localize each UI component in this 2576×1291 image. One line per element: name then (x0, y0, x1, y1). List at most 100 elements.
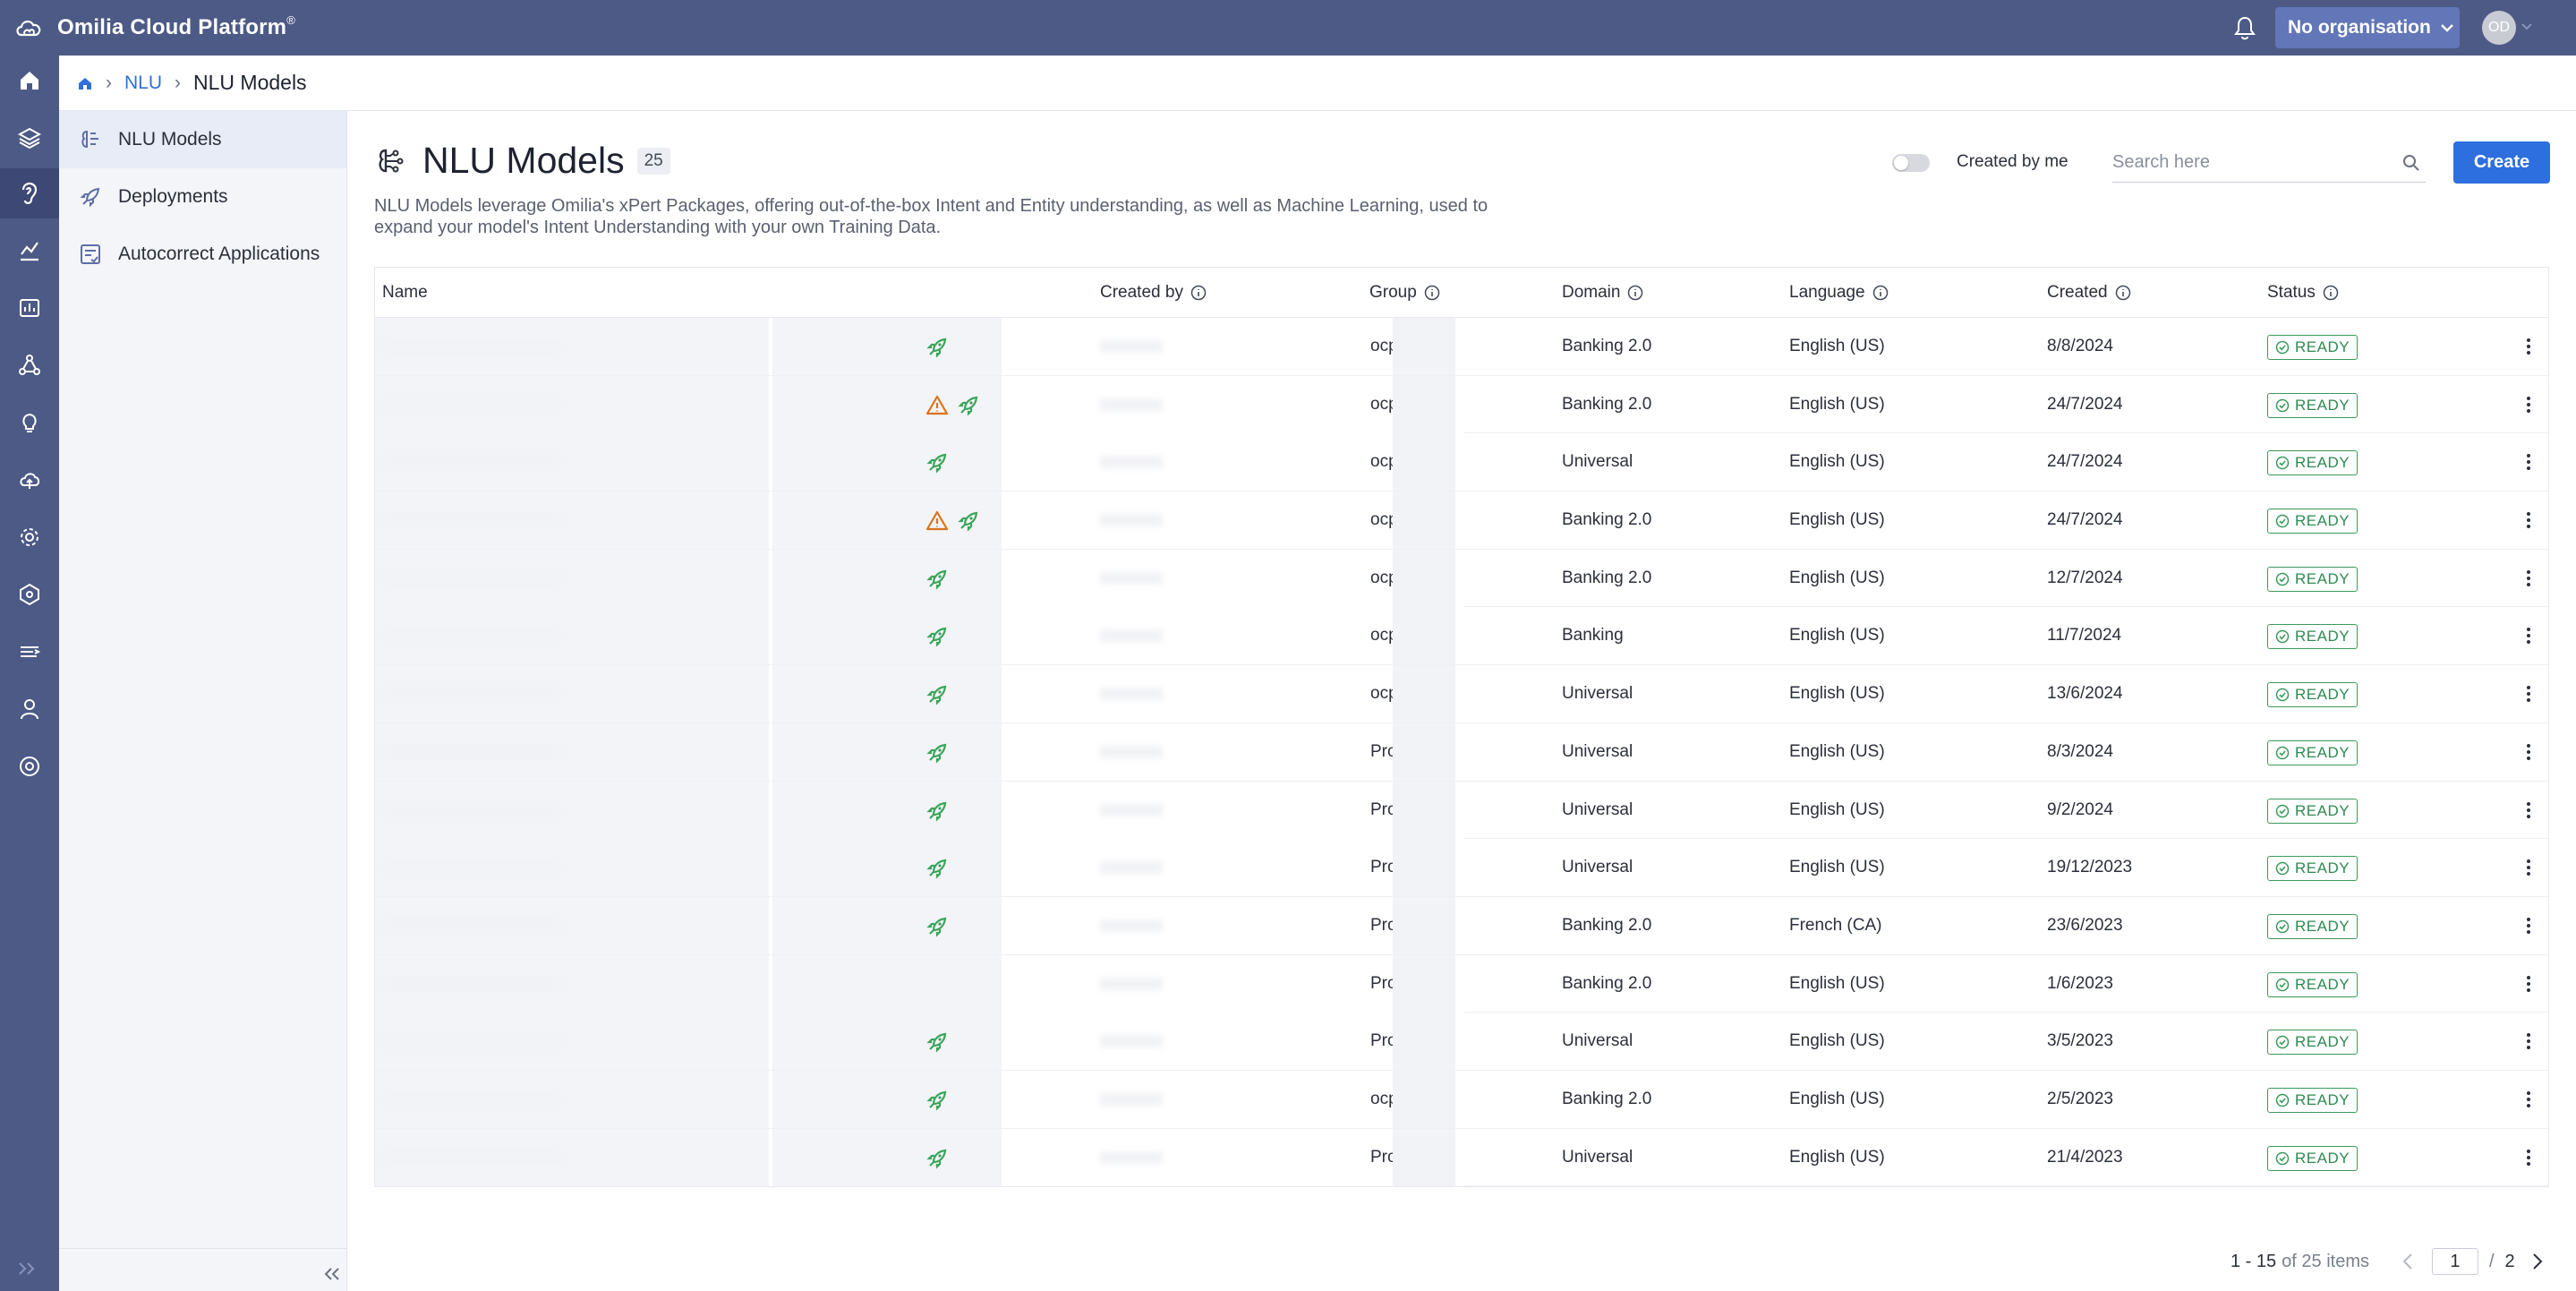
rail-nlu[interactable] (0, 168, 59, 218)
group-redacted (1393, 896, 1455, 954)
table-row[interactable]: Pro Banking 2.0 French (CA) 23/6/2023 RE… (375, 896, 2548, 955)
page-number-input[interactable]: 1 (2431, 1248, 2478, 1275)
row-actions-kebab-icon[interactable] (2520, 1145, 2538, 1170)
model-name[interactable] (382, 339, 561, 354)
info-icon[interactable] (2115, 285, 2131, 301)
subnav-item-nlu-models[interactable]: NLU Models (59, 111, 346, 168)
status-badge: READY (2267, 1087, 2358, 1113)
row-actions-kebab-icon[interactable] (2520, 566, 2538, 591)
info-icon[interactable] (2323, 285, 2339, 301)
column-header-language[interactable]: Language (1789, 283, 1889, 303)
deployed-rocket-icon (926, 569, 947, 590)
row-actions-kebab-icon[interactable] (2520, 798, 2538, 823)
column-header-status[interactable]: Status (2267, 283, 2339, 303)
table-row[interactable]: Pro Banking 2.0 English (US) 1/6/2023 RE… (375, 954, 2548, 1013)
model-name[interactable] (382, 1034, 561, 1049)
rail-insights[interactable] (0, 398, 59, 448)
previous-page-icon[interactable] (2401, 1252, 2414, 1271)
model-name[interactable] (382, 1091, 561, 1107)
column-header-group[interactable]: Group (1369, 283, 1440, 303)
model-name[interactable] (382, 455, 561, 470)
model-name[interactable] (382, 918, 561, 933)
rail-cloud[interactable] (0, 455, 59, 505)
rail-home[interactable] (0, 56, 59, 106)
table-row[interactable]: ocp Banking 2.0 English (US) 24/7/2024 R… (375, 492, 2548, 550)
avatar-caret-icon[interactable] (2521, 23, 2532, 30)
next-page-icon[interactable] (2531, 1252, 2544, 1271)
row-actions-kebab-icon[interactable] (2520, 334, 2538, 359)
create-button[interactable]: Create (2453, 141, 2550, 184)
subnav-item-deployments[interactable]: Deployments (59, 168, 346, 226)
model-name[interactable] (382, 513, 561, 528)
table-row[interactable]: ocp Banking English (US) 11/7/2024 READY (375, 607, 2548, 666)
row-actions-kebab-icon[interactable] (2520, 681, 2538, 706)
collapse-sidebar-icon[interactable] (322, 1266, 342, 1282)
column-header-created[interactable]: Created (2047, 283, 2131, 303)
table-row[interactable]: Pro Universal English (US) 21/4/2023 REA… (375, 1128, 2548, 1187)
rail-analytics[interactable] (0, 226, 59, 276)
info-icon[interactable] (1424, 285, 1440, 301)
created-date-value: 24/7/2024 (2047, 394, 2123, 414)
organisation-dropdown[interactable]: No organisation (2275, 7, 2460, 48)
language-value: English (US) (1789, 337, 1885, 355)
model-name[interactable] (382, 976, 561, 991)
table-row[interactable]: Pro Universal English (US) 8/3/2024 READ… (375, 722, 2548, 782)
app-title[interactable]: Omilia Cloud Platform® (57, 13, 295, 40)
expand-rail-icon[interactable] (16, 1260, 39, 1278)
table-row[interactable]: ocp Banking 2.0 English (US) 24/7/2024 R… (375, 375, 2548, 434)
user-avatar[interactable]: OD (2482, 11, 2516, 45)
subnav-item-autocorrect[interactable]: Autocorrect Applications (59, 226, 346, 283)
column-header-created-by[interactable]: Created by (1100, 283, 1207, 303)
table-row[interactable]: Pro Universal English (US) 9/2/2024 READ… (375, 781, 2548, 840)
status-badge: READY (2267, 335, 2358, 360)
info-icon[interactable] (1190, 285, 1207, 301)
rail-settings[interactable] (0, 512, 59, 562)
notifications-bell-icon[interactable] (2232, 14, 2257, 41)
row-actions-kebab-icon[interactable] (2520, 971, 2538, 996)
model-name[interactable] (382, 802, 561, 817)
breadcrumb-nlu-link[interactable]: NLU (124, 73, 162, 94)
table-row[interactable]: ocp Banking 2.0 English (US) 2/5/2023 RE… (375, 1070, 2548, 1129)
row-actions-kebab-icon[interactable] (2520, 1087, 2538, 1112)
rail-support[interactable] (0, 741, 59, 791)
table-row[interactable]: Pro Universal English (US) 3/5/2023 READ… (375, 1013, 2548, 1071)
rail-reports[interactable] (0, 283, 59, 333)
info-icon[interactable] (1872, 285, 1889, 301)
model-name[interactable] (382, 1150, 561, 1165)
table-row[interactable]: ocp Universal English (US) 13/6/2024 REA… (375, 665, 2548, 723)
table-row[interactable]: ocp Banking 2.0 English (US) 12/7/2024 R… (375, 549, 2548, 608)
info-icon[interactable] (1627, 285, 1643, 301)
row-actions-kebab-icon[interactable] (2520, 855, 2538, 880)
table-row[interactable]: Pro Universal English (US) 19/12/2023 RE… (375, 839, 2548, 897)
model-name[interactable] (382, 687, 561, 702)
created-by-me-toggle[interactable] (1892, 154, 1930, 172)
check-circle-icon (2275, 398, 2290, 412)
rail-users[interactable] (0, 684, 59, 734)
model-name[interactable] (382, 397, 561, 412)
model-name[interactable] (382, 860, 561, 876)
column-header-name[interactable]: Name (382, 283, 428, 303)
model-name[interactable] (382, 628, 561, 644)
model-name[interactable] (382, 570, 561, 586)
row-actions-kebab-icon[interactable] (2520, 508, 2538, 533)
rail-layers[interactable] (0, 113, 59, 163)
row-actions-kebab-icon[interactable] (2520, 392, 2538, 417)
created-by-value (1100, 456, 1163, 469)
model-name[interactable] (382, 744, 561, 759)
row-actions-kebab-icon[interactable] (2520, 913, 2538, 938)
rail-packages[interactable] (0, 569, 59, 620)
search-icon[interactable] (2402, 154, 2420, 172)
row-actions-kebab-icon[interactable] (2520, 740, 2538, 765)
group-redacted (1393, 722, 1455, 781)
row-actions-kebab-icon[interactable] (2520, 623, 2538, 648)
search-box (2112, 143, 2426, 183)
row-actions-kebab-icon[interactable] (2520, 449, 2538, 475)
home-icon[interactable] (77, 75, 93, 91)
column-header-domain[interactable]: Domain (1562, 283, 1643, 303)
row-actions-kebab-icon[interactable] (2520, 1029, 2538, 1054)
search-input[interactable] (2112, 152, 2381, 173)
rail-flows[interactable] (0, 340, 59, 390)
table-row[interactable]: ocp Universal English (US) 24/7/2024 REA… (375, 433, 2548, 492)
table-row[interactable]: ocp Banking 2.0 English (US) 8/8/2024 RE… (375, 318, 2548, 376)
rail-speech[interactable] (0, 627, 59, 677)
